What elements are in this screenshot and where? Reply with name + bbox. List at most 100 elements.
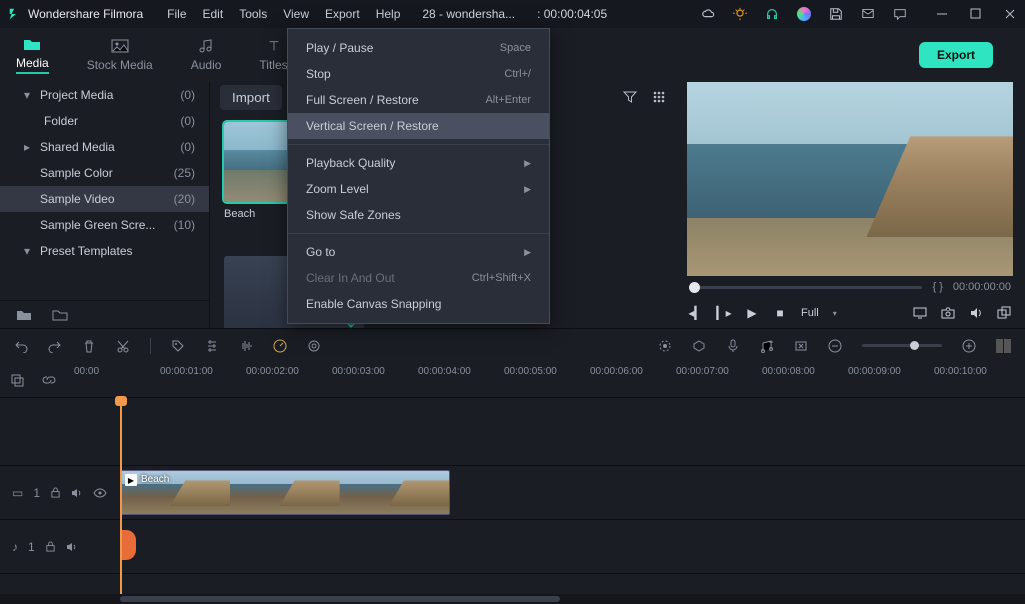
menu-item: Clear In And OutCtrl+Shift+X	[288, 265, 549, 291]
mail-icon[interactable]	[861, 7, 875, 21]
menu-help[interactable]: Help	[376, 7, 401, 21]
zoom-slider[interactable]	[862, 344, 942, 347]
stop-icon[interactable]: ■	[773, 306, 787, 320]
menu-item[interactable]: Full Screen / RestoreAlt+Enter	[288, 87, 549, 113]
fit-dropdown[interactable]: Full	[801, 306, 819, 320]
tab-titles[interactable]: Titles	[259, 38, 287, 72]
music-icon	[197, 38, 215, 54]
sidebar-item-sample-video[interactable]: Sample Video(20)	[0, 186, 209, 212]
visibility-icon[interactable]	[93, 488, 107, 498]
filter-icon[interactable]	[623, 90, 637, 104]
timeline-ruler[interactable]: 00:0000:00:01:0000:00:02:0000:00:03:0000…	[74, 362, 1015, 397]
zoom-out-icon[interactable]	[828, 339, 842, 353]
sidebar-item-shared-media[interactable]: ▸Shared Media(0)	[0, 134, 209, 160]
lock-icon[interactable]	[45, 541, 56, 552]
grid-icon[interactable]	[653, 91, 665, 103]
empty-track[interactable]	[0, 398, 1025, 466]
folder-icon	[23, 36, 41, 52]
profile-icon[interactable]	[797, 7, 811, 21]
tab-media[interactable]: Media	[16, 36, 49, 74]
menu-item[interactable]: Vertical Screen / Restore	[288, 113, 549, 139]
minimize-icon[interactable]	[935, 7, 949, 21]
audio-track-id: 1	[28, 540, 35, 554]
new-folder-solid-icon[interactable]	[16, 309, 32, 321]
mic-icon[interactable]	[726, 339, 740, 353]
timeline-link-icon[interactable]	[42, 373, 56, 387]
video-clip[interactable]: ▶ Beach	[120, 470, 450, 515]
marker-icon[interactable]	[692, 339, 706, 353]
message-icon[interactable]	[893, 7, 907, 21]
media-sidebar: ▾Project Media(0) Folder(0) ▸Shared Medi…	[0, 82, 210, 328]
lightbulb-icon[interactable]	[733, 7, 747, 21]
project-tab[interactable]: 28 - wondersha...	[422, 7, 515, 21]
lock-icon[interactable]	[50, 487, 61, 498]
timeline-layers-icon[interactable]	[10, 373, 24, 387]
adjust-icon[interactable]	[205, 339, 219, 353]
menu-item[interactable]: Enable Canvas Snapping	[288, 291, 549, 317]
view-menu-dropdown: Play / PauseSpaceStopCtrl+/Full Screen /…	[287, 28, 550, 324]
headphones-icon[interactable]	[765, 7, 779, 21]
step-back-icon[interactable]: ▎▸	[717, 306, 731, 320]
menu-view[interactable]: View	[283, 7, 309, 21]
cloud-icon[interactable]	[701, 7, 715, 21]
menu-file[interactable]: File	[167, 7, 186, 21]
undo-icon[interactable]	[14, 339, 28, 353]
close-icon[interactable]	[1003, 7, 1017, 21]
menu-item[interactable]: Play / PauseSpace	[288, 35, 549, 61]
tab-stock-media[interactable]: Stock Media	[87, 38, 153, 72]
color-icon[interactable]	[307, 339, 321, 353]
new-folder-outline-icon[interactable]	[52, 309, 68, 321]
sidebar-item-sample-green-screen[interactable]: Sample Green Scre...(10)	[0, 212, 209, 238]
menu-tools[interactable]: Tools	[239, 7, 267, 21]
import-button[interactable]: Import	[220, 85, 282, 110]
ruler-tick: 00:00	[74, 366, 99, 377]
crop-icon[interactable]	[794, 339, 808, 353]
cut-icon[interactable]	[116, 339, 130, 353]
ruler-tick: 00:00:07:00	[676, 366, 729, 377]
sidebar-item-project-media[interactable]: ▾Project Media(0)	[0, 82, 209, 108]
popout-icon[interactable]	[997, 306, 1011, 320]
zoom-in-icon[interactable]	[962, 339, 976, 353]
mute-icon[interactable]	[71, 487, 83, 499]
timeline-view-toggle[interactable]	[996, 339, 1011, 353]
waveform-icon[interactable]	[239, 339, 253, 353]
record-icon[interactable]	[658, 339, 672, 353]
volume-icon[interactable]	[969, 306, 983, 320]
menu-item[interactable]: Zoom Level▶	[288, 176, 549, 202]
display-icon[interactable]	[913, 306, 927, 320]
sidebar-item-sample-color[interactable]: Sample Color(25)	[0, 160, 209, 186]
save-icon[interactable]	[829, 7, 843, 21]
menu-edit[interactable]: Edit	[203, 7, 224, 21]
preview-canvas[interactable]	[687, 82, 1013, 276]
menu-item[interactable]: Go to▶	[288, 239, 549, 265]
mute-icon[interactable]	[66, 541, 78, 553]
audio-mix-icon[interactable]	[760, 339, 774, 353]
preview-timecode: 00:00:00:00	[953, 281, 1011, 293]
tab-audio[interactable]: Audio	[191, 38, 222, 72]
timeline-scrollbar[interactable]	[0, 594, 1025, 604]
delete-icon[interactable]	[82, 339, 96, 353]
prev-frame-icon[interactable]: ◂▎	[689, 306, 703, 320]
video-track[interactable]: ▭1 ▶ Beach	[0, 466, 1025, 520]
play-icon[interactable]: ▶	[745, 306, 759, 320]
clip-label: Beach	[141, 474, 169, 485]
menu-item[interactable]: Playback Quality▶	[288, 150, 549, 176]
menu-item[interactable]: Show Safe Zones	[288, 202, 549, 228]
audio-edge-handle[interactable]	[120, 530, 136, 560]
ruler-tick: 00:00:06:00	[590, 366, 643, 377]
menu-item[interactable]: StopCtrl+/	[288, 61, 549, 87]
speed-icon[interactable]	[273, 339, 287, 353]
tag-icon[interactable]	[171, 339, 185, 353]
maximize-icon[interactable]	[969, 7, 983, 21]
snapshot-icon[interactable]	[941, 306, 955, 320]
preview-scrubber[interactable]	[689, 286, 922, 289]
menu-export[interactable]: Export	[325, 7, 360, 21]
sidebar-item-folder[interactable]: Folder(0)	[0, 108, 209, 134]
playhead[interactable]	[120, 398, 122, 594]
sidebar-item-preset-templates[interactable]: ▾Preset Templates	[0, 238, 209, 264]
audio-track[interactable]: ♪1	[0, 520, 1025, 574]
app-logo: Wondershare Filmora	[8, 7, 143, 21]
redo-icon[interactable]	[48, 339, 62, 353]
in-out-markers[interactable]: { }	[932, 281, 942, 293]
export-button[interactable]: Export	[919, 42, 993, 68]
